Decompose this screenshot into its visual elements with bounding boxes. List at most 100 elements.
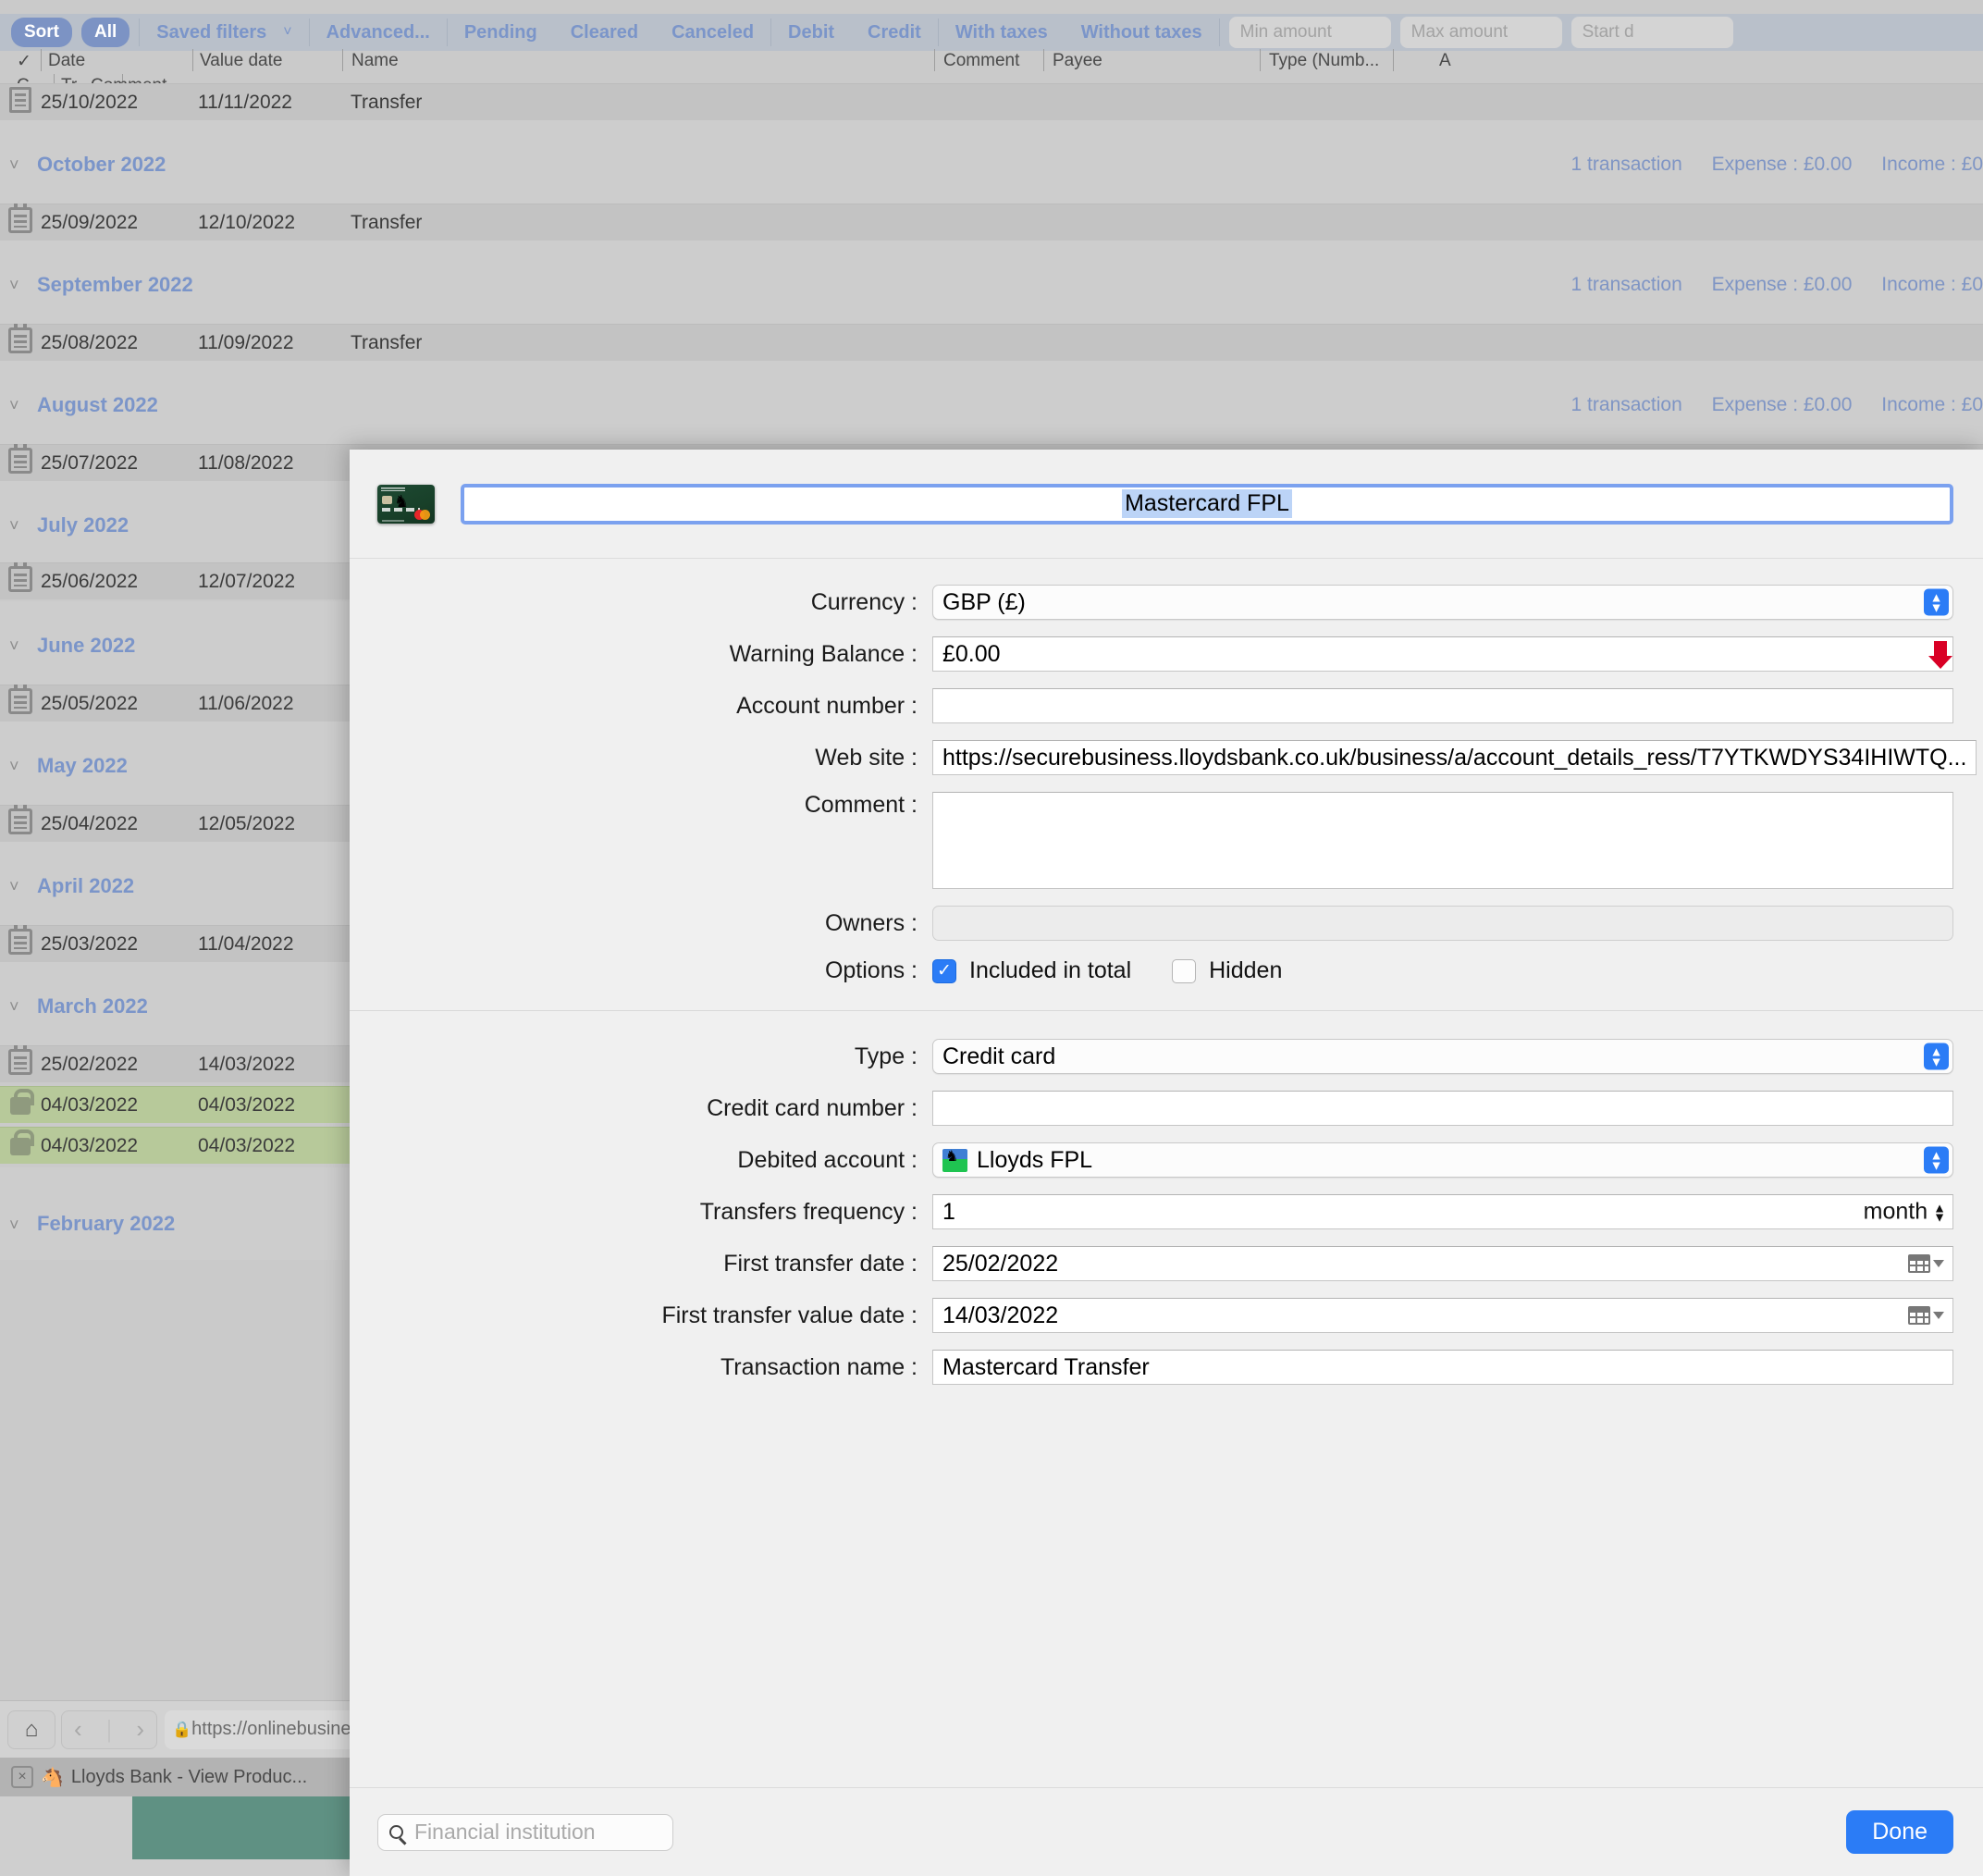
calendar-picker-icon[interactable] bbox=[1908, 1254, 1944, 1273]
filter-credit[interactable]: Credit bbox=[851, 22, 938, 43]
sort-button[interactable]: Sort bbox=[11, 18, 72, 47]
chevron-down-icon[interactable]: ˅ bbox=[9, 396, 19, 415]
group-count: 1 transaction bbox=[1571, 394, 1682, 415]
document-icon bbox=[0, 87, 41, 118]
browser-url-bar[interactable]: 🔒 https://onlinebusines bbox=[165, 1710, 363, 1749]
column-header-amount[interactable]: A bbox=[1439, 51, 1451, 71]
filter-without-taxes[interactable]: Without taxes bbox=[1065, 22, 1219, 43]
currency-select[interactable]: GBP (£) ▲▼ bbox=[932, 585, 1953, 620]
type-select[interactable]: Credit card ▲▼ bbox=[932, 1039, 1953, 1074]
chevron-down-icon[interactable]: ˅ bbox=[9, 636, 19, 656]
chevron-down-icon[interactable]: ˅ bbox=[9, 155, 19, 175]
column-check-icon[interactable]: ✓ bbox=[17, 51, 31, 72]
column-header-value-date[interactable]: Value date bbox=[200, 51, 282, 71]
chevron-up-down-icon[interactable]: ▲▼ bbox=[1924, 589, 1949, 616]
owners-label: Owners : bbox=[377, 910, 932, 937]
calendar-picker-icon[interactable] bbox=[1908, 1306, 1944, 1325]
transaction-name-input[interactable]: Mastercard Transfer bbox=[932, 1350, 1953, 1385]
chevron-up-down-icon[interactable]: ▲▼ bbox=[1924, 1043, 1949, 1070]
table-row[interactable]: 25/08/2022 11/09/2022 Transfer bbox=[0, 324, 1983, 361]
group-expense: Expense : £0.00 bbox=[1712, 394, 1853, 415]
column-header-payee[interactable]: Payee bbox=[1053, 51, 1102, 71]
credit-card-number-label: Credit card number : bbox=[377, 1095, 932, 1122]
group-expense: Expense : £0.00 bbox=[1712, 154, 1853, 175]
group-label: September 2022 bbox=[37, 273, 193, 297]
column-header-type[interactable]: Type (Numb... bbox=[1269, 51, 1379, 71]
website-input[interactable]: https://securebusiness.lloydsbank.co.uk/… bbox=[932, 740, 1977, 775]
start-date-input[interactable] bbox=[1571, 17, 1733, 48]
group-income: Income : £0 bbox=[1881, 274, 1983, 295]
column-header-date[interactable]: Date bbox=[48, 51, 85, 71]
included-in-total-checkbox[interactable]: ✓ bbox=[932, 959, 956, 983]
account-number-row: Account number : bbox=[377, 688, 1953, 723]
group-label: February 2022 bbox=[37, 1212, 175, 1236]
row-date: 25/07/2022 bbox=[41, 452, 198, 475]
debited-account-select[interactable]: ♞ Lloyds FPL ▲▼ bbox=[932, 1142, 1953, 1178]
group-label: March 2022 bbox=[37, 994, 148, 1018]
filter-canceled[interactable]: Canceled bbox=[655, 22, 770, 43]
comment-label: Comment : bbox=[377, 792, 932, 819]
filter-debit[interactable]: Debit bbox=[771, 22, 851, 43]
back-icon[interactable]: ‹ bbox=[74, 1715, 82, 1744]
forward-icon[interactable]: › bbox=[136, 1715, 144, 1744]
filter-cleared[interactable]: Cleared bbox=[554, 22, 655, 43]
account-number-input[interactable] bbox=[932, 688, 1953, 723]
row-date: 25/06/2022 bbox=[41, 571, 198, 593]
owners-input[interactable] bbox=[932, 906, 1953, 941]
row-value-date: 11/11/2022 bbox=[198, 92, 351, 114]
chevron-up-down-icon[interactable]: ▲▼ bbox=[1924, 1147, 1949, 1174]
group-header-september[interactable]: ˅ September 2022 1 transaction Expense :… bbox=[0, 241, 1983, 333]
chevron-down-icon[interactable]: ˅ bbox=[9, 877, 19, 896]
transfers-frequency-row: Transfers frequency : 1 month ▲▼ bbox=[377, 1194, 1953, 1229]
financial-institution-search[interactable]: Financial institution bbox=[377, 1814, 673, 1851]
table-row[interactable]: 25/10/2022 11/11/2022 Transfer bbox=[0, 83, 1983, 120]
min-amount-input[interactable] bbox=[1229, 17, 1391, 48]
transfers-frequency-label: Transfers frequency : bbox=[377, 1199, 932, 1226]
filter-with-taxes[interactable]: With taxes bbox=[939, 22, 1065, 43]
all-filter-button[interactable]: All bbox=[81, 18, 129, 47]
account-settings-dialog: ♞ Mastercard FPL Currency : GBP (£) ▲▼ bbox=[350, 450, 1983, 1876]
column-header-name[interactable]: Name bbox=[351, 51, 399, 71]
filter-pending[interactable]: Pending bbox=[448, 22, 554, 43]
group-header-october[interactable]: ˅ October 2022 1 transaction Expense : £… bbox=[0, 120, 1983, 213]
table-row[interactable]: 25/09/2022 12/10/2022 Transfer bbox=[0, 204, 1983, 241]
chevron-down-icon[interactable]: ˅ bbox=[9, 757, 19, 776]
filter-advanced[interactable]: Advanced... bbox=[310, 22, 447, 43]
chevron-down-icon[interactable]: ˅ bbox=[9, 276, 19, 295]
group-header-august[interactable]: ˅ August 2022 1 transaction Expense : £0… bbox=[0, 361, 1983, 453]
currency-value: GBP (£) bbox=[942, 589, 1026, 616]
transfers-frequency-unit-value: month bbox=[1864, 1199, 1928, 1226]
column-header-comment[interactable]: Comment bbox=[943, 51, 1019, 71]
group-count: 1 transaction bbox=[1571, 274, 1682, 295]
first-transfer-value-date-row: First transfer value date : 14/03/2022 bbox=[377, 1298, 1953, 1333]
chevron-down-icon[interactable]: ˅ bbox=[9, 516, 19, 536]
chevron-down-icon[interactable]: ˅ bbox=[283, 24, 308, 41]
chevron-down-icon[interactable]: ˅ bbox=[9, 997, 19, 1017]
close-icon[interactable]: × bbox=[11, 1766, 33, 1788]
row-value-date: 11/04/2022 bbox=[198, 933, 351, 956]
account-name-input[interactable]: Mastercard FPL bbox=[461, 484, 1953, 525]
group-income: Income : £0 bbox=[1881, 394, 1983, 415]
home-icon[interactable]: ⌂ bbox=[7, 1710, 55, 1749]
transfers-frequency-unit-select[interactable]: month ▲▼ bbox=[1864, 1199, 1946, 1226]
saved-filters-button[interactable]: Saved filters bbox=[140, 22, 283, 43]
hidden-checkbox[interactable] bbox=[1172, 959, 1196, 983]
first-transfer-value-date-input[interactable]: 14/03/2022 bbox=[932, 1298, 1953, 1333]
warning-balance-input[interactable]: £0.00 bbox=[932, 636, 1953, 672]
dialog-footer: Financial institution Done bbox=[350, 1787, 1983, 1876]
owners-row: Owners : bbox=[377, 906, 1953, 941]
dialog-body: Currency : GBP (£) ▲▼ Warning Balance : … bbox=[350, 559, 1983, 1787]
first-transfer-date-input[interactable]: 25/02/2022 bbox=[932, 1246, 1953, 1281]
lock-icon bbox=[0, 1091, 41, 1120]
row-value-date: 12/07/2022 bbox=[198, 571, 351, 593]
done-button[interactable]: Done bbox=[1846, 1810, 1953, 1854]
chevron-down-icon[interactable]: ˅ bbox=[9, 1216, 19, 1235]
comment-textarea[interactable] bbox=[932, 792, 1953, 889]
browser-tab[interactable]: × 🐴 Lloyds Bank - View Produc... bbox=[11, 1766, 307, 1789]
max-amount-input[interactable] bbox=[1400, 17, 1562, 48]
options-row: Options : ✓ Included in total Hidden bbox=[377, 957, 1953, 984]
column-header-row: ✓ Date Value date Name Comment Payee Typ… bbox=[0, 51, 1983, 75]
credit-card-number-input[interactable] bbox=[932, 1091, 1953, 1126]
transfers-frequency-input[interactable]: 1 month ▲▼ bbox=[932, 1194, 1953, 1229]
lloyds-horse-icon: ♞ bbox=[942, 1149, 967, 1172]
